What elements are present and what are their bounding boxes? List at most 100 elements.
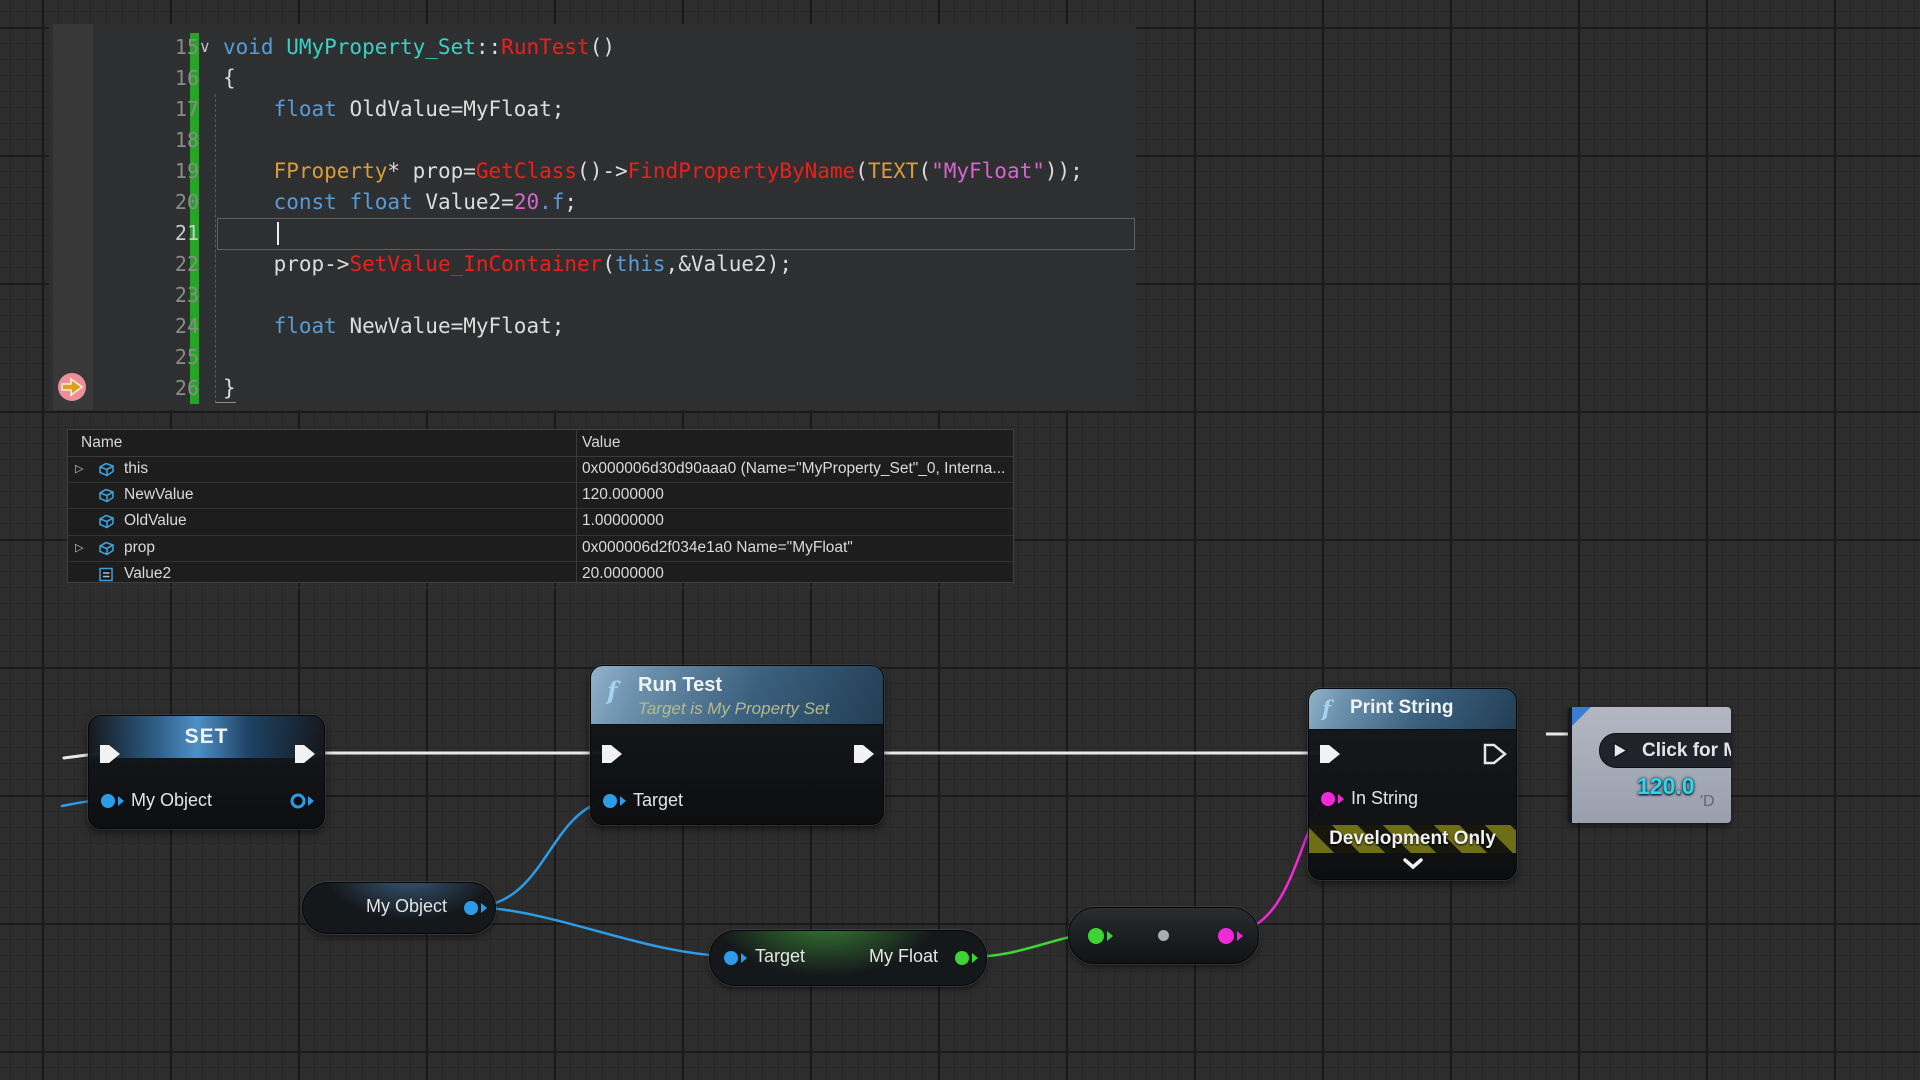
line-number: 15 xyxy=(93,32,199,63)
line-number: 17 xyxy=(93,94,199,125)
string-input-pin[interactable] xyxy=(1318,789,1346,814)
click-for-more-button[interactable]: Click for M xyxy=(1599,733,1731,768)
variable-value: 0x000006d2f034e1a0 Name="MyFloat" xyxy=(582,539,853,557)
debugger-watch-panel[interactable]: Name Value ▷ this 0x000006d30d90aaa0 (Name… xyxy=(67,429,1014,583)
code-line[interactable]: 17 float OldValue=MyFloat; xyxy=(49,94,1136,125)
variable-value: 120.000000 xyxy=(582,486,664,504)
code-line[interactable]: 24 float NewValue=MyFloat; xyxy=(49,311,1136,342)
variable-name: prop xyxy=(124,539,155,557)
object-variable-icon xyxy=(97,487,116,509)
target-input-pin[interactable] xyxy=(721,948,749,973)
watch-value-column-header[interactable]: Value xyxy=(582,434,621,452)
object-output-pin[interactable] xyxy=(461,898,489,923)
code-line[interactable]: 20 const float Value2=20.f; xyxy=(49,187,1136,218)
code-editor-panel[interactable]: 15 void UMyProperty_Set::RunTest()16{17 f… xyxy=(49,24,1136,410)
run-test-node-title: Run Test xyxy=(638,674,722,697)
watch-name-column-header[interactable]: Name xyxy=(81,434,122,452)
variable-name: OldValue xyxy=(124,512,187,530)
variable-name: NewValue xyxy=(124,486,194,504)
target-input-pin-label: Target xyxy=(755,946,805,967)
line-number: 18 xyxy=(93,125,199,156)
exec-in-pin[interactable] xyxy=(1317,742,1343,771)
line-number: 19 xyxy=(93,156,199,187)
exec-out-pin[interactable] xyxy=(851,742,877,771)
my-object-getter-node[interactable]: My Object xyxy=(302,882,496,934)
variable-value: 20.0000000 xyxy=(582,565,664,583)
debug-value-bubble[interactable]: Click for M 120.0 'D xyxy=(1568,707,1731,823)
variable-value: 1.00000000 xyxy=(582,512,664,530)
code-line[interactable]: 27 xyxy=(49,404,1136,410)
code-line[interactable]: 21 xyxy=(49,218,1136,249)
code-text: const float Value2=20.f; xyxy=(223,187,577,218)
current-statement-arrow-icon[interactable] xyxy=(56,371,88,403)
code-line[interactable]: 25 xyxy=(49,342,1136,373)
float-output-pin[interactable] xyxy=(952,948,980,973)
collapse-region-chevron-icon[interactable]: ∨ xyxy=(199,32,211,63)
line-number: 25 xyxy=(93,342,199,373)
text-caret xyxy=(277,222,279,245)
get-my-float-node[interactable]: Target My Float xyxy=(709,930,987,986)
line-number: 24 xyxy=(93,311,199,342)
code-text: float NewValue=MyFloat; xyxy=(223,311,564,342)
watch-row[interactable]: OldValue 1.00000000 xyxy=(68,509,1013,535)
line-number: 22 xyxy=(93,249,199,280)
watch-row[interactable]: NewValue 120.000000 xyxy=(68,483,1013,509)
line-number: 26 xyxy=(93,373,199,404)
variable-value: 0x000006d30d90aaa0 (Name="MyProperty_Set… xyxy=(582,460,1005,478)
exec-out-pin[interactable] xyxy=(292,742,318,771)
unreal-blueprint-graph-background: SET My Object My Object f Run Test Targe… xyxy=(0,0,1920,1080)
function-icon: f xyxy=(1322,696,1331,721)
set-node-title: SET xyxy=(89,725,324,749)
line-number: 20 xyxy=(93,187,199,218)
line-number: 23 xyxy=(93,280,199,311)
development-only-banner: Development Only xyxy=(1309,825,1516,853)
float-to-string-conversion-node[interactable] xyxy=(1068,907,1259,964)
watch-column-divider[interactable] xyxy=(576,430,577,582)
object-variable-icon xyxy=(97,540,116,562)
code-text: } xyxy=(223,373,236,404)
target-input-pin-label: Target xyxy=(633,790,683,811)
row-expander-icon[interactable]: ▷ xyxy=(75,541,83,554)
variable-name: this xyxy=(124,460,148,478)
object-output-pin[interactable] xyxy=(288,791,316,816)
object-wire-myobject-to-target xyxy=(478,801,603,907)
exec-in-pin[interactable] xyxy=(97,742,123,771)
string-output-pin[interactable] xyxy=(1216,926,1244,951)
code-text: void UMyProperty_Set::RunTest() xyxy=(223,32,615,63)
code-line[interactable]: 15 void UMyProperty_Set::RunTest() xyxy=(49,32,1136,63)
code-line[interactable]: 22 prop->SetValue_InContainer(this,&Valu… xyxy=(49,249,1136,280)
code-text: { xyxy=(223,63,236,94)
my-float-output-pin-label: My Float xyxy=(869,946,938,967)
line-number: 21 xyxy=(93,218,199,249)
variable-name: Value2 xyxy=(124,565,171,583)
set-node[interactable]: SET My Object xyxy=(88,715,325,829)
code-line[interactable]: 19 FProperty* prop=GetClass()->FindPrope… xyxy=(49,156,1136,187)
click-for-more-label: Click for M xyxy=(1642,740,1731,762)
exec-in-pin[interactable] xyxy=(599,742,625,771)
object-input-pin[interactable] xyxy=(98,791,126,816)
watch-row[interactable]: Value2 20.0000000 xyxy=(68,562,1013,588)
code-line[interactable]: 16{ xyxy=(49,63,1136,94)
watch-rows: ▷ this 0x000006d30d90aaa0 (Name="MyPropert… xyxy=(68,457,1013,588)
code-line[interactable]: 26} xyxy=(49,373,1136,404)
field-icon xyxy=(97,566,116,588)
string-input-pin-label: In String xyxy=(1351,788,1418,809)
code-text: float OldValue=MyFloat; xyxy=(223,94,564,125)
watched-value: 120.0 xyxy=(1637,773,1695,800)
watch-row[interactable]: ▷ this 0x000006d30d90aaa0 (Name="MyPropert… xyxy=(68,457,1013,483)
code-text: FProperty* prop=GetClass()->FindProperty… xyxy=(223,156,1083,187)
float-input-pin[interactable] xyxy=(1086,926,1114,951)
exec-out-pin[interactable] xyxy=(1482,742,1508,771)
row-expander-icon[interactable]: ▷ xyxy=(75,462,83,475)
target-input-pin[interactable] xyxy=(600,791,628,816)
print-string-node[interactable]: f Print String In String Development Onl… xyxy=(1308,688,1517,880)
run-test-node[interactable]: f Run Test Target is My Property Set Tar… xyxy=(590,665,884,825)
code-line[interactable]: 23 xyxy=(49,280,1136,311)
expand-node-chevron-icon[interactable] xyxy=(1309,857,1516,875)
cursor-arrow-icon xyxy=(1611,741,1630,760)
watch-row[interactable]: ▷ prop 0x000006d2f034e1a0 Name="MyFloat" xyxy=(68,536,1013,562)
object-variable-icon xyxy=(97,513,116,535)
bubble-corner-fold-icon xyxy=(1572,707,1591,726)
code-line[interactable]: 18 xyxy=(49,125,1136,156)
object-variable-icon xyxy=(97,461,116,483)
